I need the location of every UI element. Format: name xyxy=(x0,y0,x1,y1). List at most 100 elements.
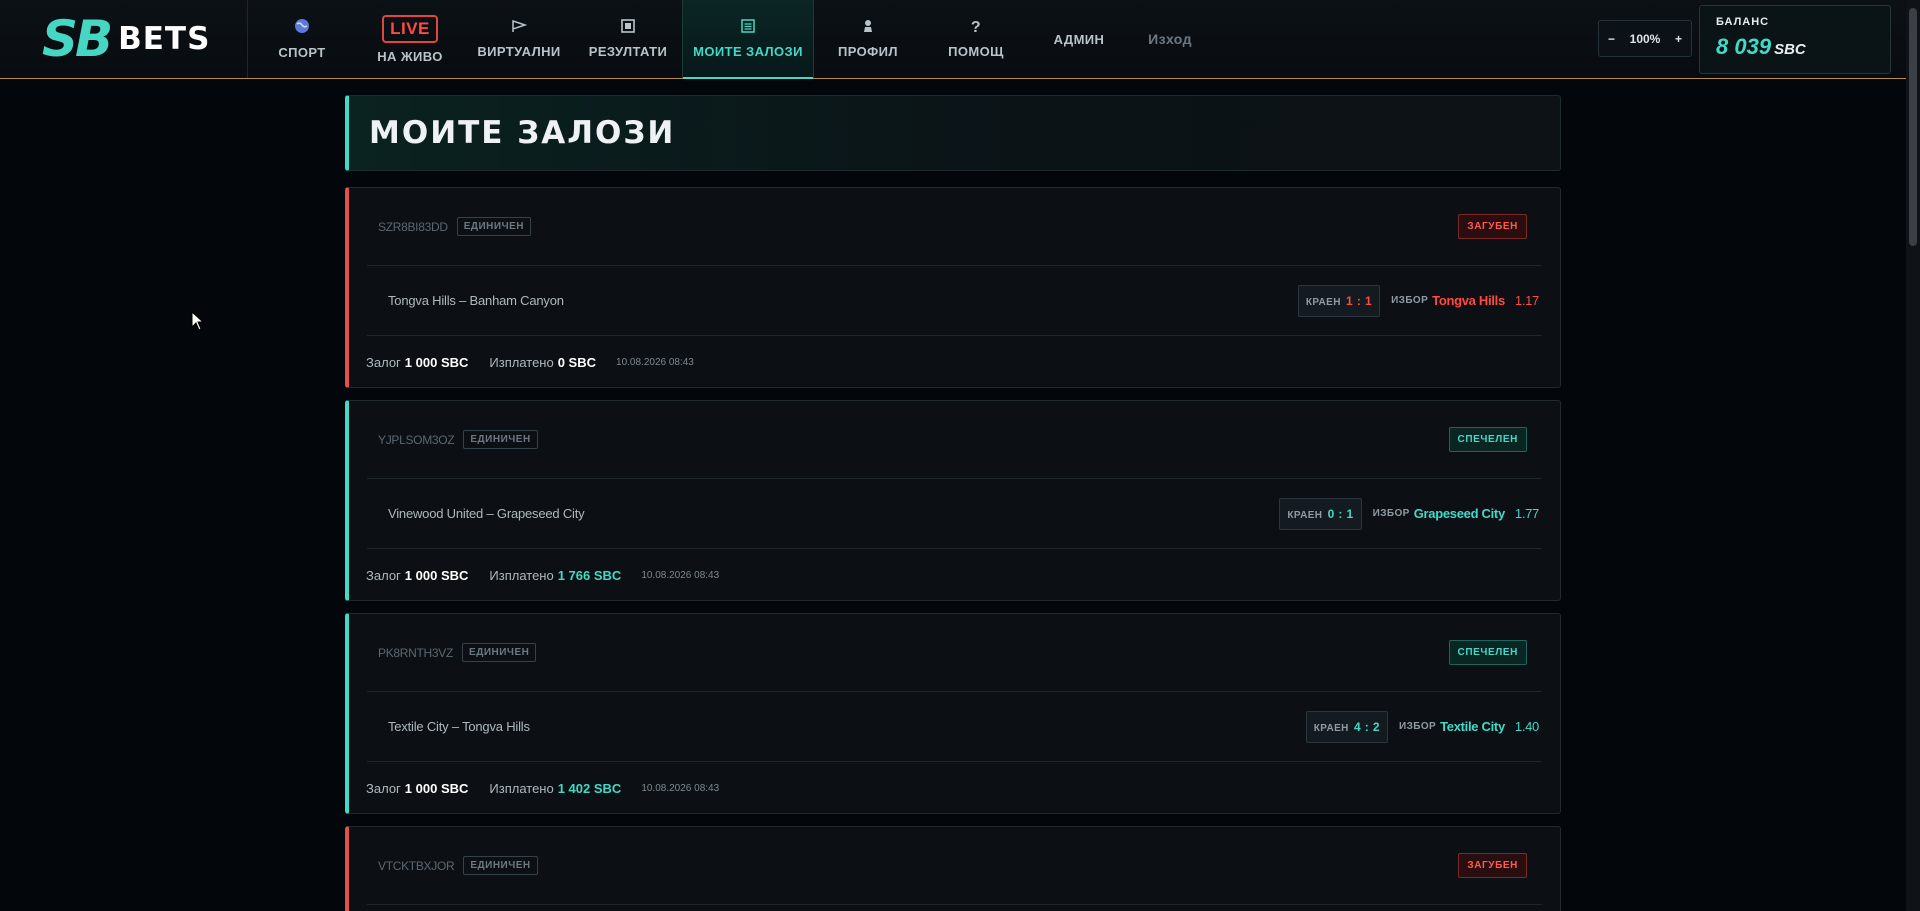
final-label: КРАЕН xyxy=(1305,296,1341,308)
bet-date: 10.08.2026 08:43 xyxy=(641,783,720,794)
bet-card-header: VTCKTBXJOR ЕДИНИЧЕН ЗАГУБЕН xyxy=(367,827,1542,905)
logo-bets: BETS xyxy=(118,20,211,57)
bet-id: PK8RNTH3VZ xyxy=(378,645,454,660)
balance-amount: 8 039 xyxy=(1716,34,1772,59)
bet-card-footer: Залог 1 000 SBC Изплатено 1 766 SBC 10.0… xyxy=(366,549,719,602)
nav-my-bets[interactable]: МОИТЕ ЗАЛОЗИ xyxy=(682,0,814,79)
match-name: Vinewood United – Grapeseed City xyxy=(388,506,585,521)
nav-results[interactable]: РЕЗУЛТАТИ xyxy=(574,0,682,78)
odds-value: 1.77 xyxy=(1514,506,1539,521)
final-label: КРАЕН xyxy=(1287,509,1323,521)
status-badge: СПЕЧЕЛЕН xyxy=(1448,640,1527,665)
top-navigation-bar: SB BETS СПОРТ LIVE НА ЖИВО ВИРТУАЛНИ РЕЗ… xyxy=(0,0,1906,79)
bet-date: 10.08.2026 08:43 xyxy=(616,357,694,368)
zoom-control: − 100% + xyxy=(1598,20,1692,57)
nav-sport-label: СПОРТ xyxy=(278,45,326,60)
pick-team: Textile City xyxy=(1440,719,1505,734)
score-value: 0 : 1 xyxy=(1327,506,1354,521)
bet-selection-row: Vinewood United – Grapeseed City КРАЕН 0… xyxy=(367,479,1542,549)
final-score: КРАЕН 1 : 1 xyxy=(1297,284,1381,317)
nav-profile-label: ПРОФИЛ xyxy=(838,44,898,59)
bet-type-badge: ЕДИНИЧЕН xyxy=(462,643,537,662)
bet-card: VTCKTBXJOR ЕДИНИЧЕН ЗАГУБЕН xyxy=(345,826,1561,911)
match-name: Textile City – Tongva Hills xyxy=(388,719,530,734)
nav-sport[interactable]: СПОРТ xyxy=(248,0,356,78)
paid-label: Изплатено xyxy=(489,355,554,370)
bet-card-footer: Залог 1 000 SBC Изплатено 1 402 SBC 10.0… xyxy=(366,762,719,815)
pick-label: ИЗБОР xyxy=(1391,295,1429,306)
nav-help-label: ПОМОЩ xyxy=(948,43,1004,59)
pick-label: ИЗБОР xyxy=(1372,508,1410,519)
list-icon xyxy=(741,19,755,36)
zoom-level: 100% xyxy=(1629,31,1661,46)
balance-label: БАЛАНС xyxy=(1716,16,1770,28)
odds-value: 1.40 xyxy=(1514,719,1539,734)
bet-selection-row: Textile City – Tongva Hills КРАЕН 4 : 2 … xyxy=(367,692,1542,762)
zoom-out-button[interactable]: − xyxy=(1608,32,1615,46)
paid-label: Изплатено xyxy=(489,568,554,583)
logo-sb: SB xyxy=(42,10,113,68)
stake-value: 1 000 SBC xyxy=(404,568,469,583)
bet-type-badge: ЕДИНИЧЕН xyxy=(456,217,532,236)
scoreboard-icon xyxy=(621,19,635,36)
status-badge: ЗАГУБЕН xyxy=(1458,214,1527,239)
nav-live[interactable]: LIVE НА ЖИВО xyxy=(356,0,464,78)
stake-label: Залог xyxy=(366,781,401,796)
final-score: КРАЕН 0 : 1 xyxy=(1279,497,1362,530)
scrollbar-thumb[interactable] xyxy=(1909,8,1917,246)
nav-admin-label: АДМИН xyxy=(1053,31,1105,47)
person-icon xyxy=(862,19,874,36)
bet-card-header: PK8RNTH3VZ ЕДИНИЧЕН СПЕЧЕЛЕН xyxy=(367,614,1542,692)
nav-help[interactable]: ? ПОМОЩ xyxy=(922,0,1030,78)
selection-details: КРАЕН 1 : 1 ИЗБОР Tongva Hills 1.17 xyxy=(1297,284,1539,317)
nav-results-label: РЕЗУЛТАТИ xyxy=(588,44,668,59)
status-badge: СПЕЧЕЛЕН xyxy=(1448,427,1527,452)
stake-value: 1 000 SBC xyxy=(404,781,469,796)
paid-value: 0 SBC xyxy=(557,355,597,370)
main-nav: СПОРТ LIVE НА ЖИВО ВИРТУАЛНИ РЕЗУЛТАТИ М… xyxy=(248,0,1212,79)
bet-card: PK8RNTH3VZ ЕДИНИЧЕН СПЕЧЕЛЕН Textile Cit… xyxy=(345,613,1561,814)
bet-selection-row: Tongva Hills – Banham Canyon КРАЕН 1 : 1… xyxy=(367,266,1542,336)
score-value: 1 : 1 xyxy=(1346,293,1373,308)
nav-profile[interactable]: ПРОФИЛ xyxy=(814,0,922,78)
bet-date: 10.08.2026 08:43 xyxy=(641,570,720,581)
bet-card-header: YJPLSOM3OZ ЕДИНИЧЕН СПЕЧЕЛЕН xyxy=(367,401,1542,479)
bet-id: SZR8BI83DD xyxy=(378,219,448,234)
nav-my-bets-label: МОИТЕ ЗАЛОЗИ xyxy=(693,44,803,59)
paid-value: 1 402 SBC xyxy=(557,781,622,796)
question-icon: ? xyxy=(970,18,982,36)
stake-label: Залог xyxy=(366,355,401,370)
pick-label: ИЗБОР xyxy=(1399,721,1437,732)
stake-value: 1 000 SBC xyxy=(404,355,469,370)
bet-card-header: SZR8BI83DD ЕДИНИЧЕН ЗАГУБЕН xyxy=(367,188,1542,266)
globe-icon xyxy=(294,18,310,37)
status-badge: ЗАГУБЕН xyxy=(1458,853,1527,878)
page-title: МОИТЕ ЗАЛОЗИ xyxy=(369,115,676,151)
pick-team: Grapeseed City xyxy=(1413,506,1505,521)
nav-virtual[interactable]: ВИРТУАЛНИ xyxy=(464,0,574,78)
bet-type-badge: ЕДИНИЧЕН xyxy=(463,856,538,875)
balance-currency: SBC xyxy=(1774,41,1806,58)
selection-details: КРАЕН 0 : 1 ИЗБОР Grapeseed City 1.77 xyxy=(1279,497,1539,530)
match-name: Tongva Hills – Banham Canyon xyxy=(388,293,564,308)
page-title-box: МОИТЕ ЗАЛОЗИ xyxy=(345,95,1561,171)
logo[interactable]: SB BETS xyxy=(0,0,248,78)
pick-team: Tongva Hills xyxy=(1432,293,1505,308)
bet-id: YJPLSOM3OZ xyxy=(378,432,455,447)
paid-label: Изплатено xyxy=(489,781,554,796)
nav-live-label: НА ЖИВО xyxy=(377,48,443,64)
nav-logout-label: Изход xyxy=(1148,31,1192,47)
odds-value: 1.17 xyxy=(1514,293,1539,308)
stake-label: Залог xyxy=(366,568,401,583)
zoom-in-button[interactable]: + xyxy=(1675,32,1682,46)
nav-virtual-label: ВИРТУАЛНИ xyxy=(477,44,561,59)
bet-type-badge: ЕДИНИЧЕН xyxy=(463,430,538,449)
nav-logout[interactable]: Изход xyxy=(1128,0,1212,78)
final-label: КРАЕН xyxy=(1313,722,1349,734)
selection-details: КРАЕН 4 : 2 ИЗБОР Textile City 1.40 xyxy=(1305,710,1539,743)
nav-admin[interactable]: АДМИН xyxy=(1030,0,1128,78)
balance-value: 8 039 SBC xyxy=(1716,34,1874,60)
bet-card: SZR8BI83DD ЕДИНИЧЕН ЗАГУБЕН Tongva Hills… xyxy=(345,187,1561,388)
page-scrollbar[interactable] xyxy=(1906,0,1920,911)
final-score: КРАЕН 4 : 2 xyxy=(1305,710,1388,743)
